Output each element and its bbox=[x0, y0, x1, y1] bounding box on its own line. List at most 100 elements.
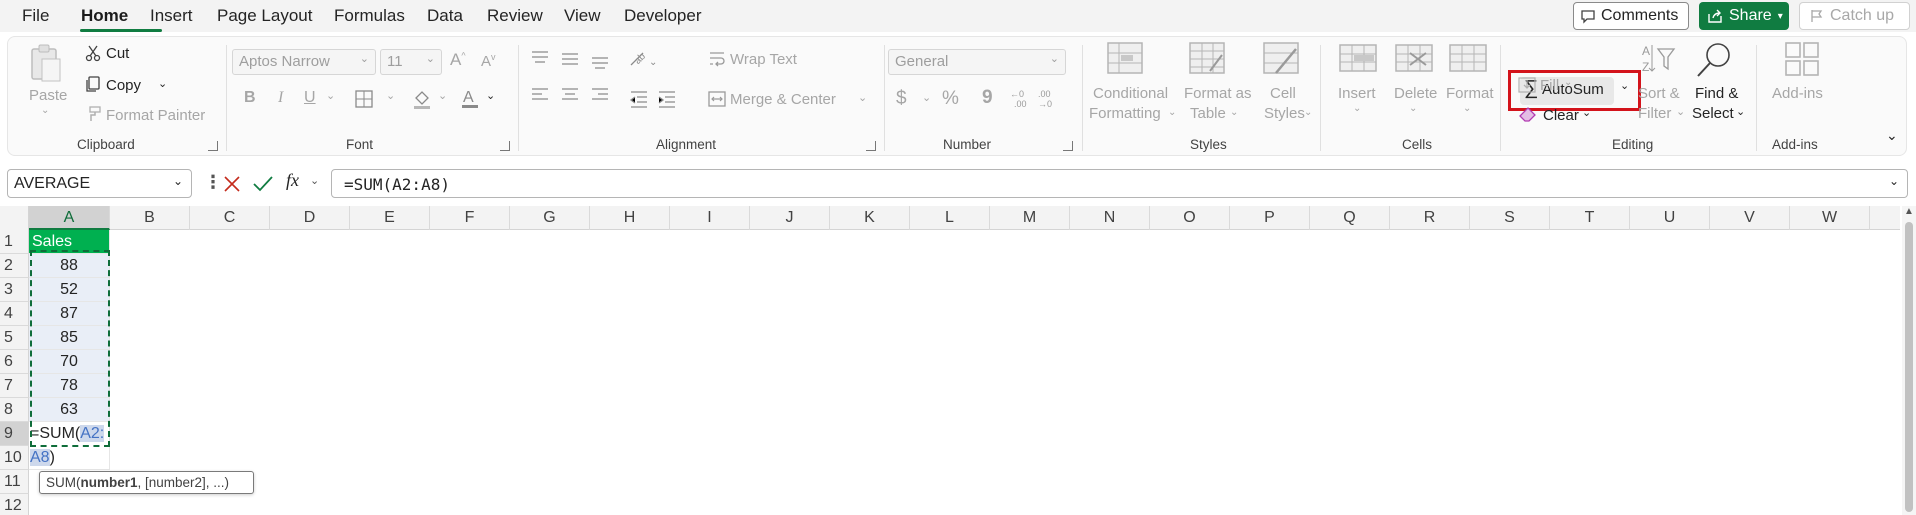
bold-button[interactable]: B bbox=[244, 89, 256, 107]
formula-input[interactable]: =SUM(A2:A8) ⌄ bbox=[331, 169, 1908, 198]
currency-button[interactable]: $ bbox=[896, 88, 907, 110]
name-box-value: AVERAGE bbox=[14, 175, 91, 192]
share-label: Share bbox=[1729, 7, 1772, 24]
column-header-e[interactable]: E bbox=[350, 206, 430, 230]
comments-button[interactable]: Comments bbox=[1573, 2, 1689, 30]
menu-bar: File Home Insert Page Layout Formulas Da… bbox=[0, 0, 1916, 32]
font-launcher-icon[interactable] bbox=[500, 141, 510, 151]
row-header-3[interactable]: 3 bbox=[0, 278, 29, 302]
comma-style-button[interactable]: 9 bbox=[982, 87, 993, 109]
row-header-5[interactable]: 5 bbox=[0, 326, 29, 350]
row-header-9[interactable]: 9 bbox=[0, 422, 29, 446]
borders-icon[interactable] bbox=[355, 90, 373, 108]
font-color-icon[interactable]: A bbox=[460, 86, 480, 110]
column-header-b[interactable]: B bbox=[110, 206, 190, 230]
row-header-12[interactable]: 12 bbox=[0, 494, 29, 515]
cancel-icon[interactable] bbox=[222, 174, 242, 194]
indent-icons[interactable] bbox=[629, 89, 679, 109]
number-launcher-icon[interactable] bbox=[1063, 141, 1073, 151]
cell-a10-editor-overflow[interactable]: A8) bbox=[29, 446, 110, 470]
decimal-icons[interactable]: ←0.00.00→0 bbox=[1010, 89, 1062, 109]
tooltip-rest: , [number2], ...) bbox=[137, 475, 230, 490]
column-header-f[interactable]: F bbox=[430, 206, 510, 230]
insert-function-icon[interactable]: fx bbox=[286, 170, 299, 191]
row-header-11[interactable]: 11 bbox=[0, 470, 29, 494]
catch-up-button[interactable]: Catch up bbox=[1799, 2, 1910, 30]
column-header-t[interactable]: T bbox=[1550, 206, 1630, 230]
column-header-v[interactable]: V bbox=[1710, 206, 1790, 230]
decrease-font-size-icon[interactable]: Av bbox=[481, 52, 496, 70]
increase-font-size-icon[interactable]: A^ bbox=[450, 50, 466, 70]
share-button[interactable]: Share ▾ bbox=[1699, 2, 1789, 30]
font-name-value: Aptos Narrow bbox=[239, 53, 330, 70]
column-header-c[interactable]: C bbox=[190, 206, 270, 230]
tab-view[interactable]: View bbox=[564, 6, 601, 26]
find-select-label-2: Select bbox=[1692, 105, 1734, 122]
column-header-q[interactable]: Q bbox=[1310, 206, 1390, 230]
tab-file[interactable]: File bbox=[22, 6, 49, 26]
column-header-n[interactable]: N bbox=[1070, 206, 1150, 230]
row-header-8[interactable]: 8 bbox=[0, 398, 29, 422]
percent-button[interactable]: % bbox=[942, 88, 959, 110]
tab-home[interactable]: Home bbox=[81, 6, 128, 26]
column-header-u[interactable]: U bbox=[1630, 206, 1710, 230]
svg-text:⌄: ⌄ bbox=[649, 57, 657, 68]
paintbrush-icon bbox=[89, 106, 101, 121]
column-header-o[interactable]: O bbox=[1150, 206, 1230, 230]
column-header-a[interactable]: A bbox=[29, 206, 110, 230]
more-options-icon[interactable]: ⋮ bbox=[204, 172, 222, 193]
scroll-up-icon[interactable]: ▲ bbox=[1904, 206, 1914, 217]
row-header-1[interactable]: 1 bbox=[0, 230, 29, 254]
clipboard-launcher-icon[interactable] bbox=[208, 141, 218, 151]
column-header-s[interactable]: S bbox=[1470, 206, 1550, 230]
font-size-select[interactable]: 11 ⌄ bbox=[380, 49, 442, 75]
column-header-l[interactable]: L bbox=[910, 206, 990, 230]
vertical-scrollbar[interactable]: ▲ bbox=[1902, 206, 1916, 515]
column-header-j[interactable]: J bbox=[750, 206, 830, 230]
magnifier-icon bbox=[1697, 43, 1730, 77]
tooltip-arg1[interactable]: number1 bbox=[81, 475, 138, 490]
scrollbar-thumb[interactable] bbox=[1905, 222, 1913, 512]
tab-insert[interactable]: Insert bbox=[150, 6, 193, 26]
chevron-down-icon: ⌄ bbox=[1353, 103, 1362, 114]
collapse-ribbon-icon[interactable]: ⌄ bbox=[1886, 127, 1898, 144]
tab-review[interactable]: Review bbox=[487, 6, 543, 26]
number-format-select[interactable]: General ⌄ bbox=[888, 49, 1066, 75]
row-header-7[interactable]: 7 bbox=[0, 374, 29, 398]
tab-developer[interactable]: Developer bbox=[624, 6, 702, 26]
comment-icon bbox=[1581, 10, 1595, 24]
add-ins-group-label: Add-ins bbox=[1772, 137, 1818, 152]
tab-page-layout[interactable]: Page Layout bbox=[217, 6, 312, 26]
orientation-icon[interactable]: ab ⌄ bbox=[629, 49, 659, 69]
row-header-10[interactable]: 10 bbox=[0, 446, 29, 470]
column-header-k[interactable]: K bbox=[830, 206, 910, 230]
underline-button[interactable]: U bbox=[304, 89, 316, 107]
row-header-2[interactable]: 2 bbox=[0, 254, 29, 278]
row-header-6[interactable]: 6 bbox=[0, 350, 29, 374]
tab-formulas[interactable]: Formulas bbox=[334, 6, 405, 26]
column-header-i[interactable]: I bbox=[670, 206, 750, 230]
column-header-w[interactable]: W bbox=[1790, 206, 1870, 230]
alignment-launcher-icon[interactable] bbox=[866, 141, 876, 151]
sort-filter-icon: AZ bbox=[1642, 44, 1676, 74]
column-header-p[interactable]: P bbox=[1230, 206, 1310, 230]
find-select-label-1: Find & bbox=[1695, 85, 1739, 102]
column-header-d[interactable]: D bbox=[270, 206, 350, 230]
tab-data[interactable]: Data bbox=[427, 6, 463, 26]
italic-button[interactable]: I bbox=[278, 89, 283, 107]
alignment-icons[interactable] bbox=[529, 49, 619, 111]
name-box[interactable]: AVERAGE ⌄ bbox=[7, 169, 192, 198]
svg-text:←0: ←0 bbox=[1010, 89, 1024, 99]
chevron-down-icon: ⌄ bbox=[438, 90, 448, 102]
font-group-label: Font bbox=[346, 137, 374, 152]
font-name-select[interactable]: Aptos Narrow ⌄ bbox=[232, 49, 376, 75]
column-header-m[interactable]: M bbox=[990, 206, 1070, 230]
chevron-down-icon: ⌄ bbox=[858, 92, 868, 104]
column-header-h[interactable]: H bbox=[590, 206, 670, 230]
select-all-corner[interactable] bbox=[0, 206, 29, 230]
enter-checkmark-icon[interactable] bbox=[252, 174, 274, 194]
column-header-g[interactable]: G bbox=[510, 206, 590, 230]
column-header-r[interactable]: R bbox=[1390, 206, 1470, 230]
row-header-4[interactable]: 4 bbox=[0, 302, 29, 326]
fill-color-icon[interactable] bbox=[412, 88, 432, 110]
